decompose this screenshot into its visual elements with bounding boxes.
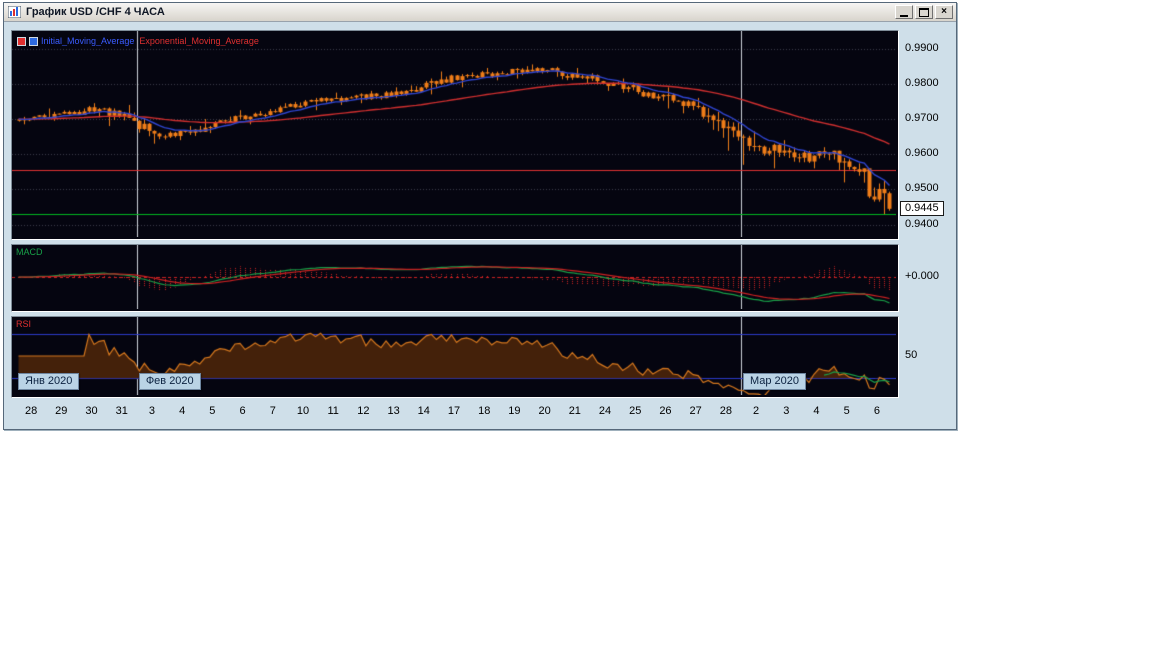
x-axis-label: 21: [568, 405, 581, 417]
x-axis-label: 31: [115, 405, 128, 417]
x-axis-label: 20: [538, 405, 551, 417]
rsi-panel-label: RSI: [16, 319, 32, 329]
ema-legend-label: Exponential_Moving_Average: [139, 36, 259, 46]
price-tick-label: 0.9400: [905, 217, 939, 230]
x-axis-label: 19: [508, 405, 521, 417]
titlebar[interactable]: График USD /CHF 4 ЧАСА ×: [4, 3, 956, 22]
x-axis-label: 28: [719, 405, 732, 417]
price-tick-label: 0.9600: [905, 147, 939, 160]
macd-axis-label: +0.000: [905, 270, 939, 282]
month-labels-row: Янв 2020 Фев 2020 Мар 2020: [12, 373, 898, 391]
price-tick-label: 0.9900: [905, 41, 939, 54]
maximize-icon: [919, 7, 929, 17]
indicator-legend: Initial_Moving_Average Exponential_Movin…: [17, 36, 259, 46]
ma-legend-label: Initial_Moving_Average: [41, 36, 135, 46]
x-axis-label: 18: [478, 405, 491, 417]
chart-client-area: Initial_Moving_Average Exponential_Movin…: [4, 22, 956, 429]
x-axis-label: 26: [659, 405, 672, 417]
x-axis-label: 29: [55, 405, 68, 417]
macd-panel-label: MACD: [16, 247, 43, 257]
minimize-button[interactable]: [895, 5, 913, 19]
close-icon: ×: [941, 6, 947, 17]
price-tick-label: 0.9700: [905, 112, 939, 125]
month-label: Мар 2020: [742, 373, 807, 390]
window-title: График USD /CHF 4 ЧАСА: [26, 6, 165, 18]
x-axis-label: 14: [417, 405, 430, 417]
x-axis-label: 27: [689, 405, 702, 417]
macd-panel[interactable]: [11, 244, 899, 312]
x-axis-label: 4: [813, 405, 820, 417]
x-axis-label: 13: [387, 405, 400, 417]
chart-icon: [7, 6, 22, 19]
x-axis-label: 30: [85, 405, 98, 417]
chart-window: График USD /CHF 4 ЧАСА × Initial_Moving_…: [3, 2, 957, 430]
month-label: Фев 2020: [138, 373, 201, 390]
x-axis-label: 12: [357, 405, 370, 417]
x-axis-label: 7: [269, 405, 276, 417]
x-axis-label: 10: [296, 405, 310, 417]
x-axis-label: 3: [148, 405, 155, 417]
x-axis-label: 24: [598, 405, 612, 417]
window-controls: ×: [895, 5, 953, 19]
x-axis-label: 5: [843, 405, 850, 417]
x-axis: 28 29 30 31 3 4 5 6 7 10 11 12 13 14 17 18 19 20 21 24 25 26 2…: [12, 403, 898, 419]
x-axis-label: 11: [327, 405, 339, 417]
x-axis-label: 4: [179, 405, 186, 417]
ema-legend-swatch[interactable]: [17, 36, 26, 46]
x-axis-label: 2: [753, 405, 760, 417]
rsi-axis-label: 50: [905, 349, 918, 361]
maximize-button[interactable]: [915, 5, 933, 19]
ma-legend-swatch[interactable]: [29, 36, 38, 46]
close-button[interactable]: ×: [935, 5, 953, 19]
price-chart-canvas[interactable]: [12, 31, 896, 237]
price-panel[interactable]: [11, 30, 899, 240]
x-axis-label: 6: [873, 405, 880, 417]
x-axis-label: 3: [783, 405, 790, 417]
x-axis-label: 25: [629, 405, 642, 417]
price-axis: 0.9445 0.9900 0.9800 0.9700 0.9600 0.9500 0.9…: [899, 22, 955, 429]
month-label: Янв 2020: [18, 373, 80, 390]
price-tick-label: 0.9500: [905, 182, 939, 195]
x-axis-label: 5: [209, 405, 216, 417]
current-price-box: 0.9445: [900, 200, 944, 216]
macd-canvas[interactable]: [12, 245, 896, 309]
x-axis-label: 6: [239, 405, 246, 417]
x-axis-label: 28: [24, 405, 38, 417]
price-tick-label: 0.9800: [905, 76, 939, 89]
minimize-icon: [900, 8, 908, 17]
x-axis-label: 17: [447, 405, 461, 417]
